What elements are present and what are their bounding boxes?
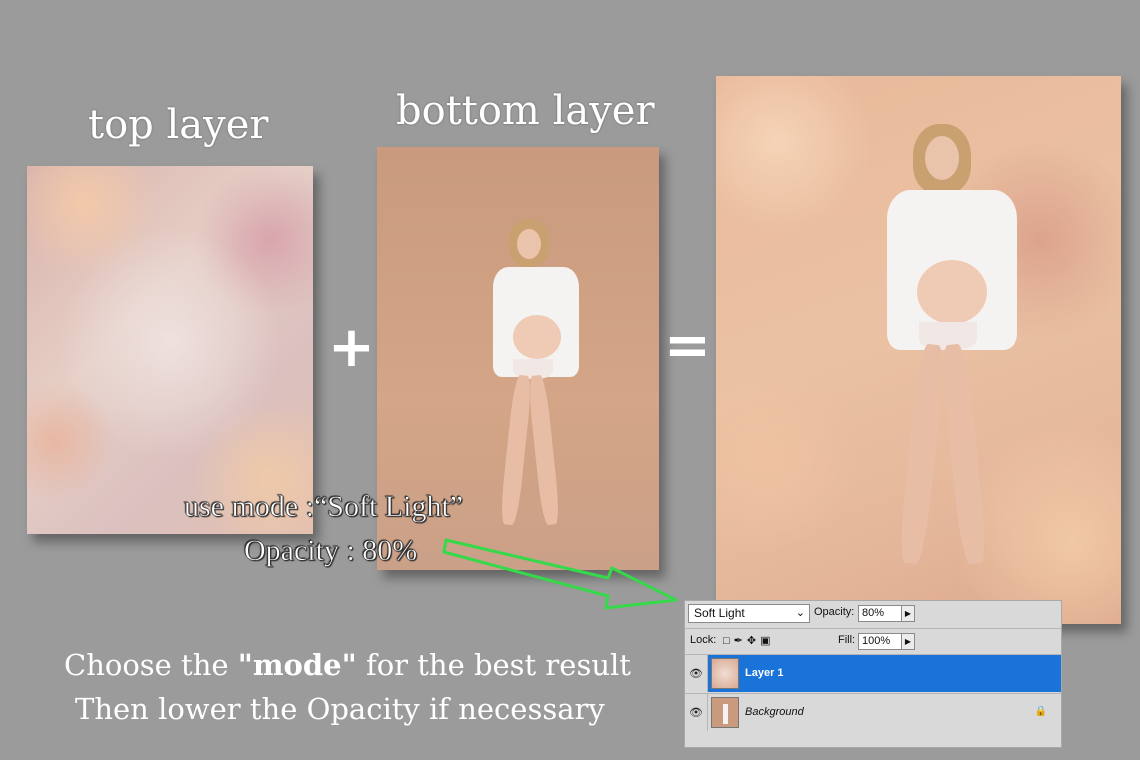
layer-thumbnail: [711, 697, 739, 728]
lock-all-icon[interactable]: ▣: [760, 635, 774, 647]
fill-label: Fill:: [838, 634, 856, 646]
lock-transparency-icon[interactable]: □: [723, 635, 734, 647]
layer-thumbnail: [711, 658, 739, 689]
lock-label: Lock:: [690, 634, 717, 646]
layers-panel: Soft Light ⌄ Opacity: 80% ▶ Lock: □✒✥▣ F…: [684, 600, 1062, 748]
blend-mode-hint: use mode :“Soft Light”: [184, 490, 464, 524]
result-image: [716, 76, 1121, 624]
layer-name[interactable]: Background: [745, 706, 804, 718]
plus-sign: +: [328, 315, 375, 380]
instruction-line-2: Then lower the Opacity if necessary: [75, 692, 605, 726]
mode-emphasis: "mode": [237, 648, 357, 682]
lock-pixels-icon[interactable]: ✒: [734, 635, 747, 647]
lock-icon: 🔒: [1034, 706, 1047, 717]
layer-row-layer-1[interactable]: 👁 Layer 1: [685, 654, 1061, 692]
opacity-input[interactable]: 80%: [858, 605, 902, 622]
lock-row: Lock: □✒✥▣ Fill: 100% ▶: [685, 628, 1061, 654]
instruction-line-1: Choose the "mode" for the best result: [64, 648, 631, 682]
blend-row: Soft Light ⌄ Opacity: 80% ▶: [685, 601, 1061, 627]
lock-options: □✒✥▣: [723, 634, 775, 647]
lock-position-icon[interactable]: ✥: [747, 635, 760, 647]
fill-slider-button[interactable]: ▶: [901, 633, 915, 650]
opacity-slider-button[interactable]: ▶: [901, 605, 915, 622]
layer-name[interactable]: Layer 1: [745, 667, 784, 679]
opacity-label: Opacity:: [814, 606, 855, 618]
top-layer-caption: top layer: [88, 102, 269, 148]
arrow-icon: [442, 538, 678, 610]
model-figure-result: [881, 124, 1026, 594]
equals-sign: =: [664, 313, 711, 378]
fill-input[interactable]: 100%: [858, 633, 902, 650]
opacity-hint: Opacity : 80%: [244, 534, 418, 568]
eye-icon[interactable]: 👁: [689, 667, 703, 680]
eye-icon[interactable]: 👁: [689, 706, 703, 719]
chevron-down-icon: ⌄: [795, 607, 805, 619]
model-figure: [487, 219, 587, 549]
top-layer-image: [27, 166, 313, 534]
blend-mode-select[interactable]: Soft Light ⌄: [688, 604, 810, 623]
layer-row-background[interactable]: 👁 Background 🔒: [685, 693, 1061, 731]
bottom-layer-caption: bottom layer: [396, 88, 655, 134]
